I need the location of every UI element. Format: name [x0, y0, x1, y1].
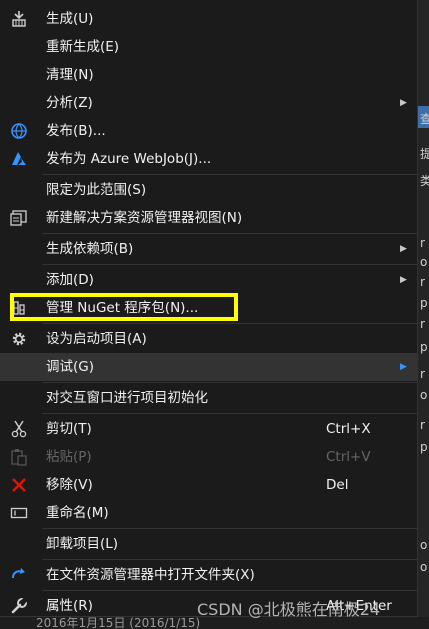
new-view-icon	[9, 209, 29, 227]
azure-icon	[9, 150, 29, 168]
menu-item-label: 分析(Z)	[46, 95, 93, 111]
background-editor-strip: 查 提 类 r o r p r p r o r p o o	[418, 0, 429, 629]
menu-item-init-interactive[interactable]: 对交互窗口进行项目初始化	[0, 384, 418, 412]
background-fragment: r	[420, 275, 425, 289]
menu-item-label: 剪切(T)	[46, 421, 92, 437]
menu-item-remove[interactable]: 移除(V) Del	[0, 471, 418, 499]
menu-item-scope-to-this[interactable]: 限定为此范围(S)	[0, 176, 418, 204]
context-menu: 生成(U) 重新生成(E) 清理(N) 分析(Z) ▶ 发布(B)... 发布为…	[0, 0, 418, 617]
menu-item-cut[interactable]: 剪切(T) Ctrl+X	[0, 415, 418, 443]
menu-item-rename[interactable]: 重命名(M)	[0, 499, 418, 527]
menu-item-clean[interactable]: 清理(N)	[0, 61, 418, 89]
menu-item-publish-azure-webjob[interactable]: 发布为 Azure WebJob(J)...	[0, 145, 418, 173]
remove-x-icon	[9, 476, 29, 494]
background-fragment: o	[420, 255, 428, 269]
menu-item-open-in-file-explorer[interactable]: 在文件资源管理器中打开文件夹(X)	[0, 561, 418, 589]
menu-item-unload-project[interactable]: 卸载项目(L)	[0, 530, 418, 558]
rename-icon	[9, 504, 29, 522]
paste-icon	[9, 448, 29, 466]
menu-item-new-explorer-view[interactable]: 新建解决方案资源管理器视图(N)	[0, 204, 418, 232]
menu-item-label: 重命名(M)	[46, 505, 109, 521]
menu-item-rebuild[interactable]: 重新生成(E)	[0, 33, 418, 61]
shortcut-label: Ctrl+X	[326, 421, 371, 437]
menu-item-label: 设为启动项目(A)	[46, 331, 147, 347]
menu-item-label: 限定为此范围(S)	[46, 182, 147, 198]
background-fragment: p	[420, 296, 428, 310]
build-icon	[9, 10, 29, 28]
gear-icon	[9, 330, 29, 348]
menu-item-label: 移除(V)	[46, 477, 93, 493]
menu-item-label: 在文件资源管理器中打开文件夹(X)	[46, 567, 255, 583]
menu-item-paste: 粘贴(P) Ctrl+V	[0, 443, 418, 471]
background-fragment: p	[420, 340, 428, 354]
menu-separator	[42, 413, 418, 414]
submenu-arrow-icon: ▶	[400, 362, 407, 372]
menu-item-label: 清理(N)	[46, 67, 94, 83]
shortcut-label: Del	[326, 477, 349, 493]
menu-item-label: 重新生成(E)	[46, 39, 120, 55]
submenu-arrow-icon: ▶	[400, 244, 407, 254]
menu-item-label: 生成依赖项(B)	[46, 241, 134, 257]
menu-separator	[42, 559, 418, 560]
watermark-text: CSDN @北极熊在南极24	[197, 600, 381, 619]
menu-separator	[42, 382, 418, 383]
menu-item-build-dependencies[interactable]: 生成依赖项(B) ▶	[0, 235, 418, 263]
menu-separator	[42, 323, 418, 324]
menu-separator	[42, 264, 418, 265]
menu-item-label: 粘贴(P)	[46, 449, 92, 465]
background-fragment: r	[420, 367, 425, 381]
background-fragment: r	[420, 236, 425, 250]
background-fragment: p	[420, 440, 428, 454]
background-fragment: 查	[420, 112, 429, 126]
yellow-annotation-box	[10, 293, 238, 321]
menu-item-label: 新建解决方案资源管理器视图(N)	[46, 210, 243, 226]
submenu-arrow-icon: ▶	[400, 98, 407, 108]
background-fragment: o	[420, 560, 428, 574]
menu-item-label: 调试(G)	[46, 359, 94, 375]
refresh-arrow-icon	[9, 566, 29, 584]
menu-separator	[42, 528, 418, 529]
wrench-icon	[9, 596, 29, 615]
menu-separator	[42, 233, 418, 234]
background-fragment: r	[420, 317, 425, 331]
menu-item-add[interactable]: 添加(D) ▶	[0, 266, 418, 294]
menu-separator	[42, 174, 418, 175]
shortcut-label: Ctrl+V	[326, 449, 371, 465]
background-fragment: r	[420, 418, 425, 432]
menu-item-label: 属性(R)	[46, 598, 93, 614]
menu-item-label: 生成(U)	[46, 11, 94, 27]
globe-publish-icon	[9, 122, 29, 140]
menu-item-build[interactable]: 生成(U)	[0, 5, 418, 33]
menu-item-analyze[interactable]: 分析(Z) ▶	[0, 89, 418, 117]
background-fragment: 类	[420, 174, 429, 188]
menu-separator	[42, 590, 418, 591]
background-fragment: o	[420, 538, 428, 552]
menu-item-label: 添加(D)	[46, 272, 94, 288]
submenu-arrow-icon: ▶	[400, 275, 407, 285]
menu-item-publish[interactable]: 发布(B)...	[0, 117, 418, 145]
menu-item-label: 卸载项目(L)	[46, 536, 119, 552]
menu-item-set-startup-project[interactable]: 设为启动项目(A)	[0, 325, 418, 353]
menu-item-debug[interactable]: 调试(G) ▶	[0, 353, 418, 381]
scissors-icon	[9, 420, 29, 438]
menu-item-label: 对交互窗口进行项目初始化	[46, 390, 208, 406]
background-fragment: o	[420, 388, 428, 402]
menu-item-label: 发布(B)...	[46, 123, 106, 139]
background-fragment: 提	[420, 147, 429, 161]
menu-item-label: 发布为 Azure WebJob(J)...	[46, 151, 212, 167]
